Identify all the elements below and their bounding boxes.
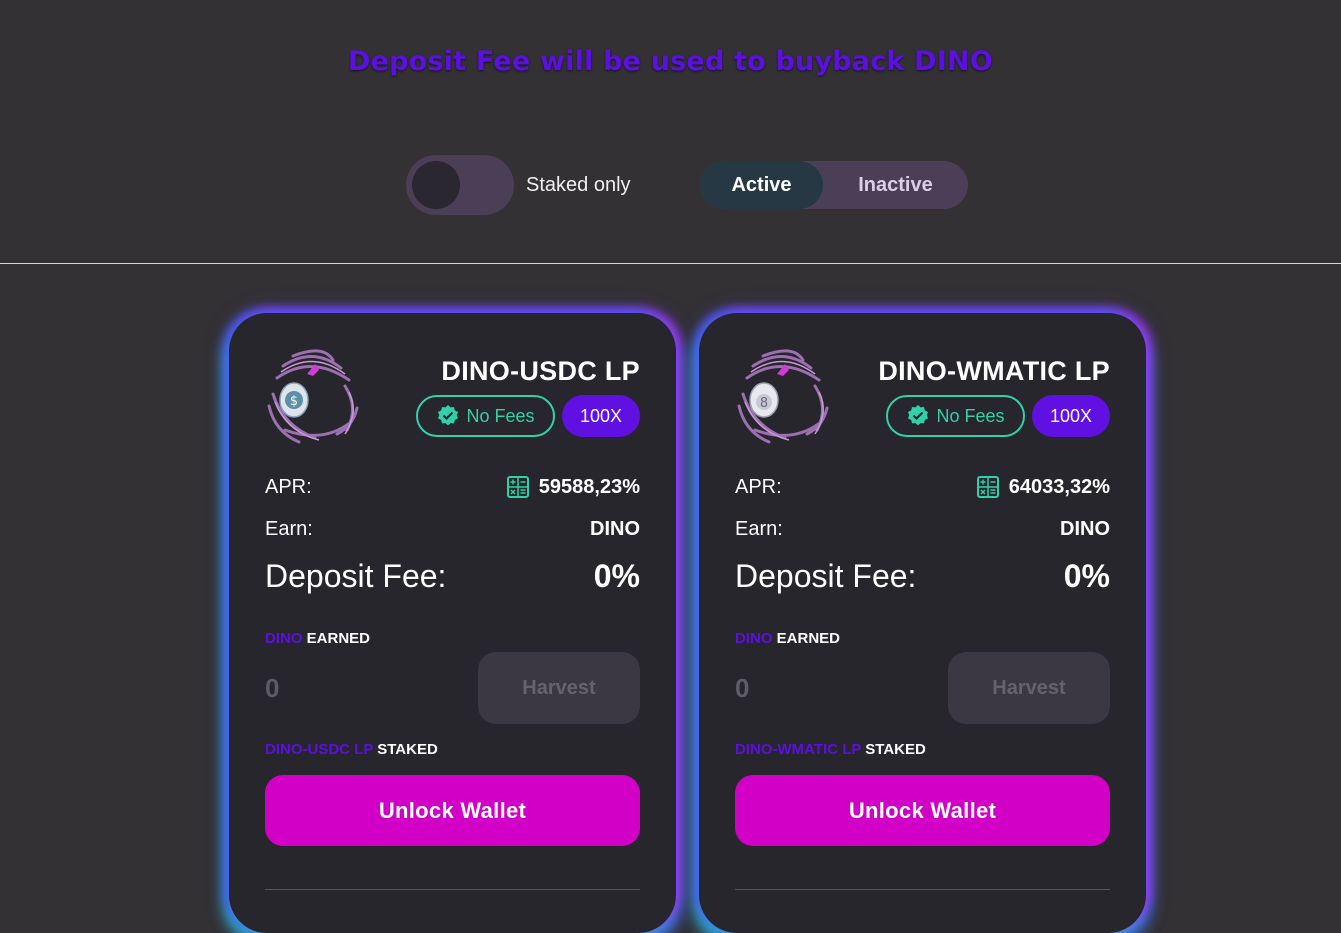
staked-token: DINO-WMATIC LP (735, 741, 862, 758)
apr-row: APR: 64033,32% (735, 473, 1110, 501)
staked-suffix: STAKED (377, 741, 438, 758)
no-fees-label: No Fees (936, 405, 1005, 426)
staked-label: DINO-WMATIC LP STAKED (735, 741, 926, 758)
earn-label: Earn: (265, 517, 313, 540)
earn-value: DINO (1060, 517, 1110, 540)
verified-check-icon (438, 405, 459, 426)
earn-value: DINO (590, 517, 640, 540)
staked-suffix: STAKED (865, 741, 926, 758)
earned-suffix: EARNED (776, 630, 841, 647)
staked-only-control: Staked only (406, 155, 631, 215)
toggle-knob (412, 161, 460, 209)
staked-token: DINO-USDC LP (265, 741, 374, 758)
verified-check-icon (908, 405, 929, 426)
apr-value: 59588,23% (538, 475, 640, 498)
apr-value-group: 59588,23% (506, 475, 640, 499)
apr-label: APR: (735, 475, 782, 498)
dino-egg-matic-icon: 8 (737, 349, 829, 444)
deposit-fee-label: Deposit Fee: (735, 557, 917, 594)
dino-egg-dollar-icon: $ (267, 349, 359, 444)
earned-suffix: EARNED (306, 630, 371, 647)
no-fees-badge: No Fees (886, 395, 1025, 437)
deposit-fee-value: 0% (1063, 557, 1110, 594)
staked-label: DINO-USDC LP STAKED (265, 741, 438, 758)
earned-label: DINO EARNED (265, 630, 370, 647)
farm-badges: No Fees 100X (416, 395, 640, 437)
harvest-button[interactable]: Harvest (948, 652, 1110, 724)
header-section: Deposit Fee will be used to buyback DINO… (0, 0, 1341, 264)
deposit-fee-row: Deposit Fee: 0% (265, 556, 640, 596)
apr-row: APR: 59588,23% (265, 473, 640, 501)
calculator-icon[interactable] (976, 476, 999, 498)
harvest-button[interactable]: Harvest (478, 652, 640, 724)
farm-card: $ DINO-USDC LP No Fees 100X APR: 59588,2… (229, 313, 676, 933)
earned-token: DINO (735, 630, 773, 647)
unlock-wallet-button[interactable]: Unlock Wallet (735, 775, 1110, 846)
calculator-icon[interactable] (506, 476, 529, 498)
multiplier-badge: 100X (562, 395, 640, 437)
unlock-wallet-button[interactable]: Unlock Wallet (265, 775, 640, 846)
card-divider (265, 889, 640, 890)
active-inactive-tabs: Active Inactive (700, 161, 968, 209)
earn-row: Earn: DINO (735, 515, 1110, 543)
coin-glyph: $ (290, 394, 298, 409)
farm-badges: No Fees 100X (886, 395, 1110, 437)
earned-token: DINO (265, 630, 303, 647)
earn-label: Earn: (735, 517, 783, 540)
staked-only-toggle[interactable] (406, 155, 514, 215)
earn-row: Earn: DINO (265, 515, 640, 543)
farm-card: 8 DINO-WMATIC LP No Fees 100X APR: 64033… (699, 313, 1146, 933)
earned-label: DINO EARNED (735, 630, 840, 647)
farm-title: DINO-WMATIC LP (878, 356, 1110, 386)
card-divider (735, 889, 1110, 890)
apr-value: 64033,32% (1008, 475, 1110, 498)
apr-label: APR: (265, 475, 312, 498)
coin-glyph: 8 (760, 396, 768, 411)
earned-amount: 0 (265, 673, 280, 703)
buyback-banner: Deposit Fee will be used to buyback DINO (347, 46, 993, 77)
multiplier-badge: 100X (1032, 395, 1110, 437)
no-fees-label: No Fees (466, 405, 535, 426)
deposit-fee-label: Deposit Fee: (265, 557, 447, 594)
tab-active[interactable]: Active (700, 161, 823, 209)
earned-amount: 0 (735, 673, 750, 703)
farm-title: DINO-USDC LP (441, 356, 640, 386)
deposit-fee-value: 0% (593, 557, 640, 594)
tab-inactive[interactable]: Inactive (823, 161, 968, 209)
apr-value-group: 64033,32% (976, 475, 1110, 499)
deposit-fee-row: Deposit Fee: 0% (735, 556, 1110, 596)
staked-only-label: Staked only (526, 173, 631, 196)
no-fees-badge: No Fees (416, 395, 555, 437)
